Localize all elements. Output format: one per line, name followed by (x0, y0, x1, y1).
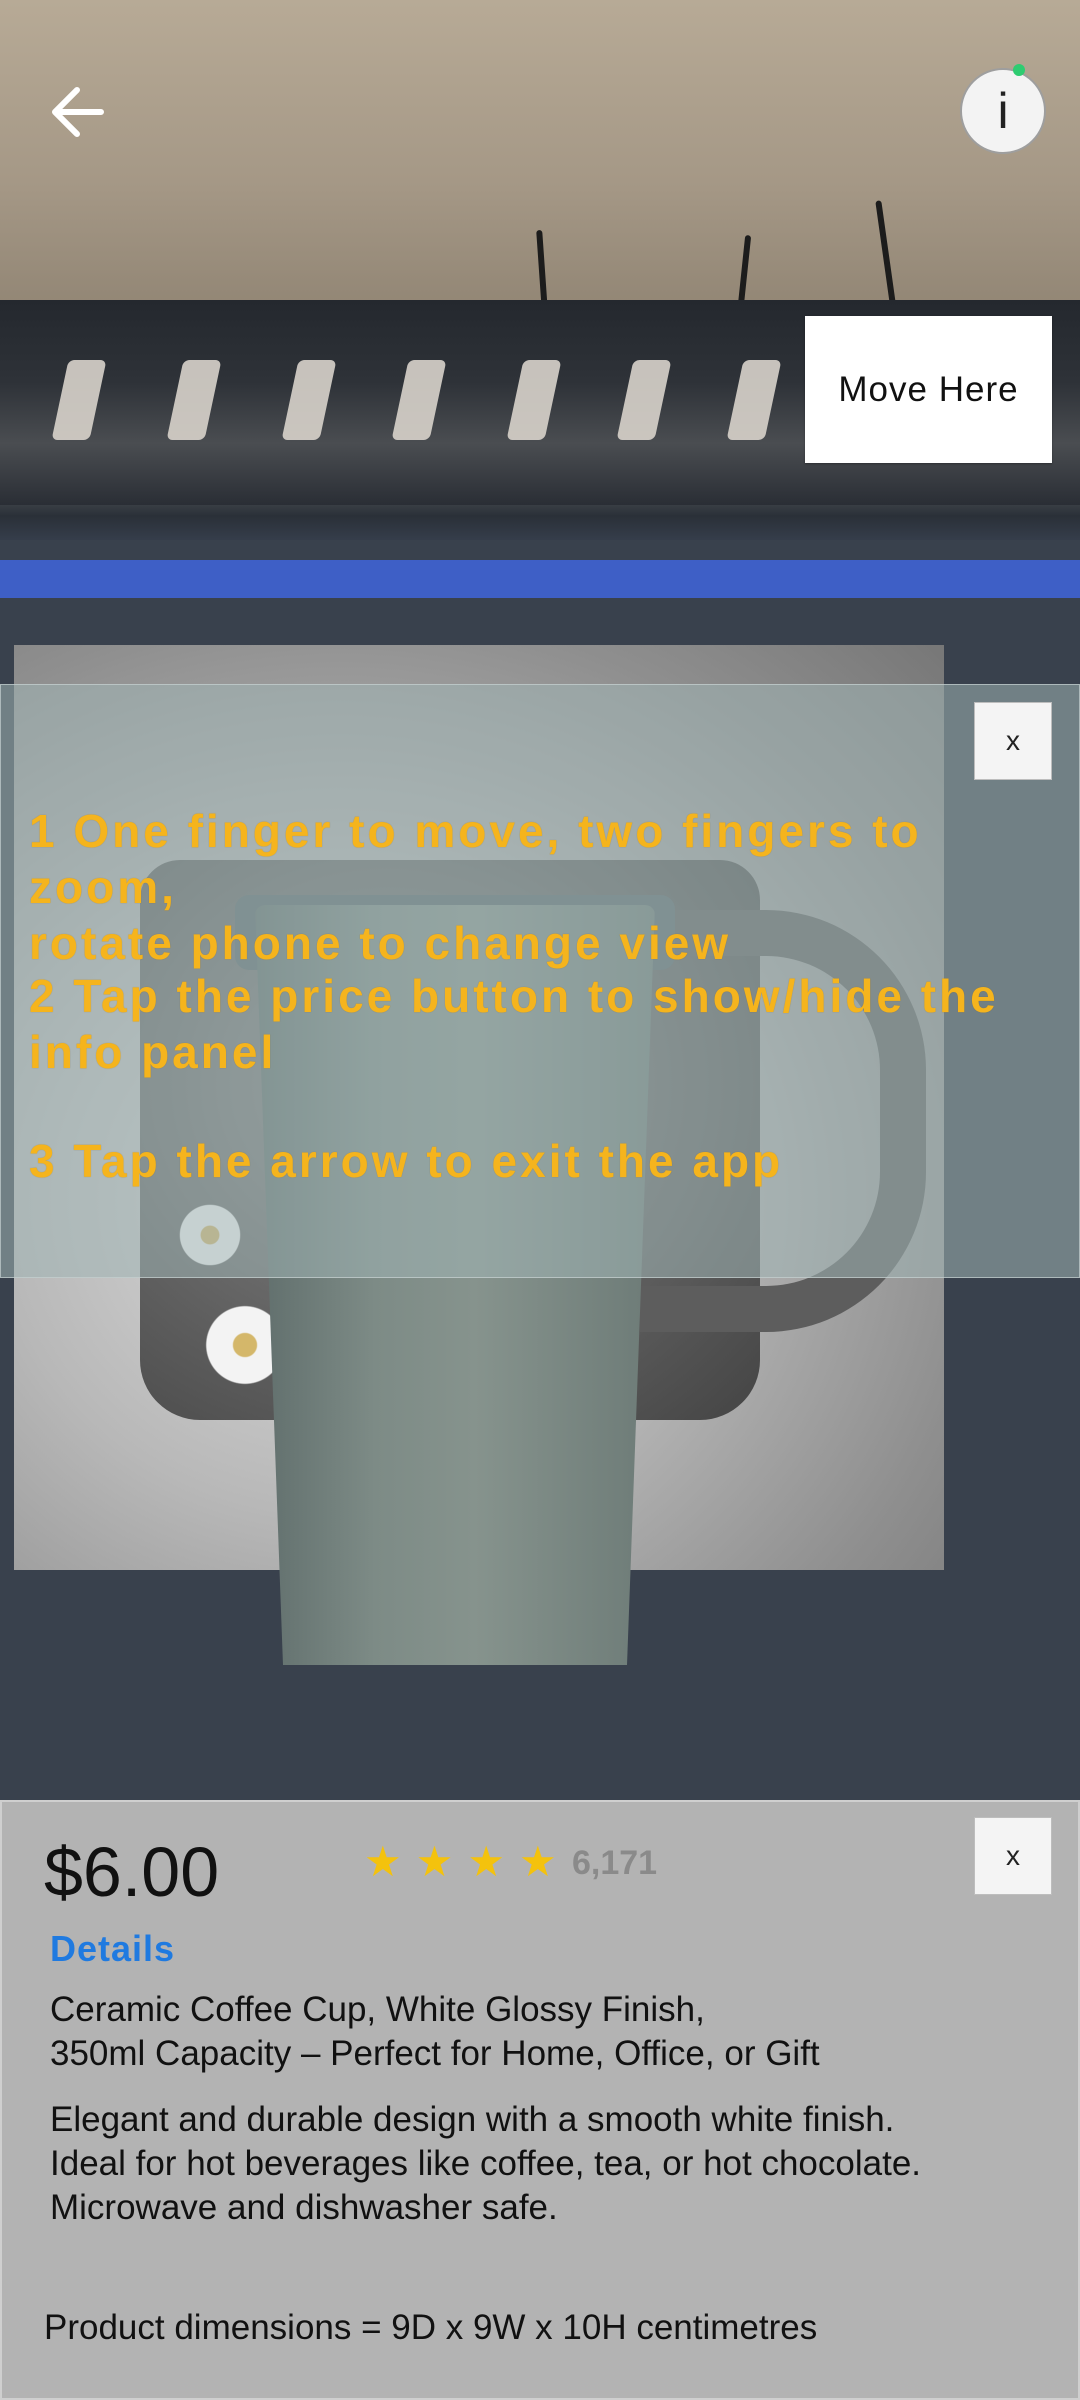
instruction-line: 2 Tap the price button to show/hide the (29, 970, 999, 1022)
instruction-step-2: 2 Tap the price button to show/hide the … (29, 968, 999, 1080)
product-title: Ceramic Coffee Cup, White Glossy Finish,… (50, 1988, 1030, 2076)
monitor-menu-bar (0, 560, 1080, 598)
close-icon: x (1006, 1840, 1020, 1871)
product-title-line: Ceramic Coffee Cup, White Glossy Finish, (50, 1990, 705, 2029)
back-button[interactable] (40, 75, 114, 149)
product-description: Elegant and durable design with a smooth… (50, 2098, 1050, 2230)
product-dimensions: Product dimensions = 9D x 9W x 10H centi… (44, 2308, 818, 2347)
product-title-line: 350ml Capacity – Perfect for Home, Offic… (50, 2034, 820, 2073)
instruction-step-3: 3 Tap the arrow to exit the app (29, 1133, 783, 1189)
notification-dot (1013, 64, 1025, 76)
product-close-button[interactable]: x (974, 1817, 1052, 1895)
close-icon: x (1006, 725, 1020, 756)
rating-stars: ★ ★ ★ ★ (364, 1838, 557, 1886)
move-here-label: Move Here (838, 369, 1019, 409)
instructions-panel: x 1 One finger to move, two fingers to z… (0, 684, 1080, 1278)
move-here-button[interactable]: Move Here (805, 316, 1052, 463)
instruction-line: rotate phone to change view (29, 917, 732, 969)
star-icon: ★ (415, 1838, 454, 1885)
details-link[interactable]: Details (50, 1928, 175, 1970)
product-description-line: Microwave and dishwasher safe. (50, 2188, 558, 2227)
product-description-line: Ideal for hot beverages like coffee, tea… (50, 2144, 922, 2183)
star-icon: ★ (364, 1838, 402, 1885)
info-icon: i (997, 83, 1009, 139)
instruction-line: 1 One finger to move, two fingers to zoo… (29, 805, 922, 913)
instruction-step-1: 1 One finger to move, two fingers to zoo… (29, 803, 1079, 971)
rating-count: 6,171 (572, 1844, 658, 1882)
instructions-close-button[interactable]: x (974, 702, 1052, 780)
product-info-panel: $6.00 ★ ★ ★ ★ 6,171 x Details Ceramic Coffe… (0, 1800, 1080, 2400)
star-icon: ★ (467, 1838, 505, 1885)
back-arrow-icon (52, 87, 104, 137)
instruction-line: 3 Tap the arrow to exit the app (29, 1135, 784, 1187)
product-description-line: Elegant and durable design with a smooth… (50, 2100, 895, 2139)
info-button[interactable]: i (960, 68, 1046, 154)
price-button[interactable]: $6.00 (44, 1832, 219, 1912)
instruction-line: info panel (29, 1026, 277, 1078)
star-icon: ★ (518, 1838, 557, 1885)
